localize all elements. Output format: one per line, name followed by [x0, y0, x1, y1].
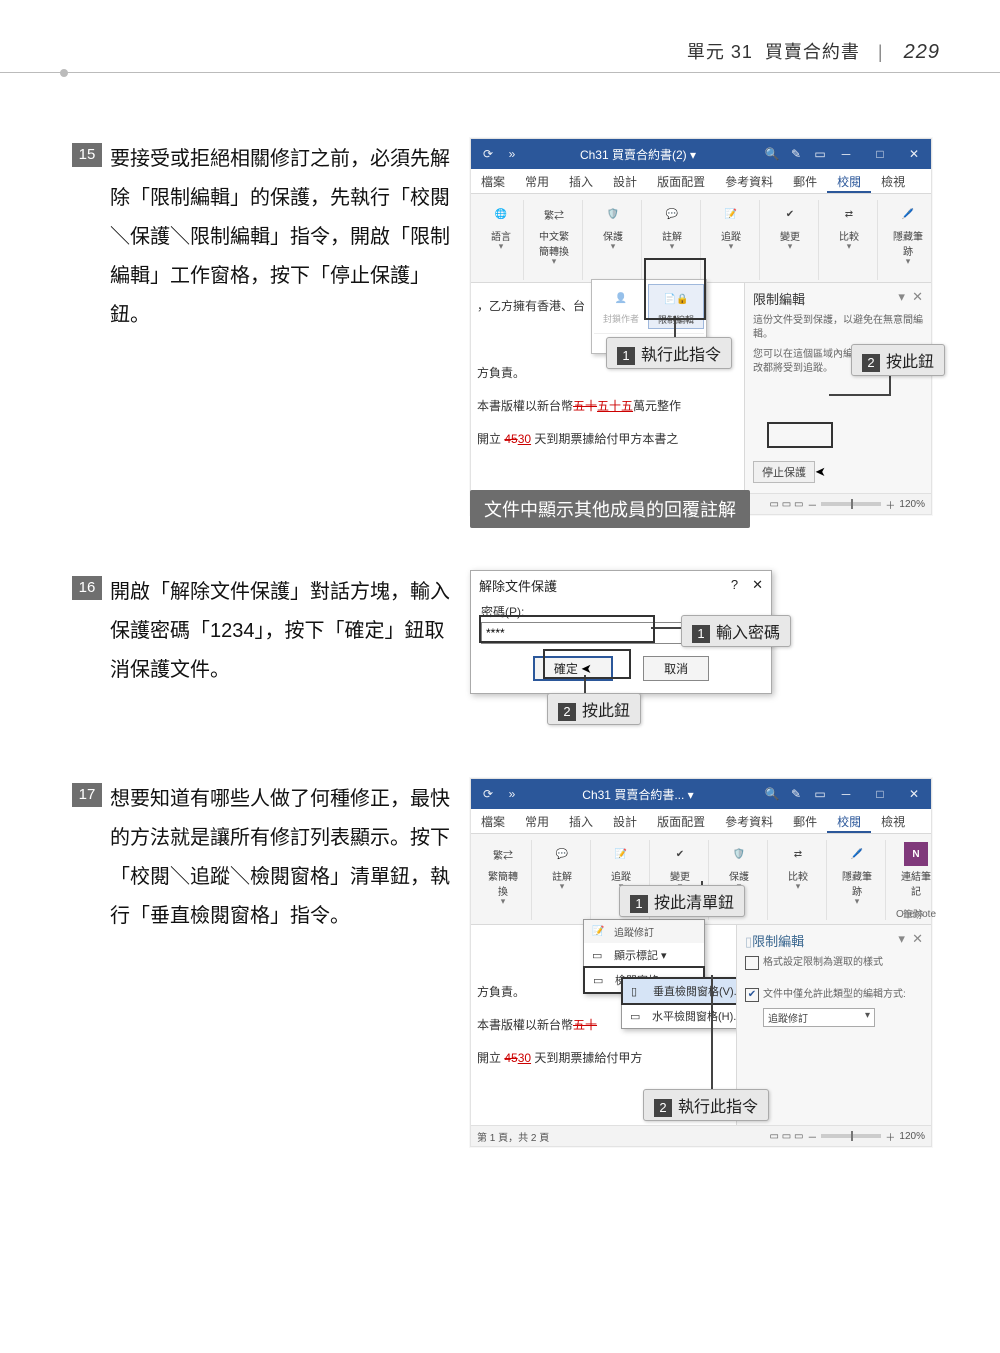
unit-label: 單元 31 [687, 42, 753, 62]
callout-2: 2按此鈕 [851, 344, 945, 376]
header-rule [0, 72, 1000, 73]
step-16-text: 開啟「解除文件保護」對話方塊，輸入保護密碼「1234」，按下「確定」鈕取消保護文… [110, 581, 450, 681]
status-bar-17: 第 1 頁，共 2 頁 ▭ ▭ ▭－＋120% [471, 1125, 931, 1146]
tab-ref[interactable]: 參考資料 [715, 809, 783, 833]
translate-button[interactable]: 繁⇄中文繁簡轉換▾ [534, 200, 574, 266]
stop-protection-button[interactable]: 停止保護 [753, 461, 815, 483]
step-17-text: 想要知道有哪些人做了何種修正，最快的方法就是讓所有修訂列表顯示。按下「校閱＼追蹤… [110, 788, 450, 927]
tab-review[interactable]: 校閱 [827, 809, 871, 833]
step-15-num: 15 [72, 143, 102, 167]
pane-title-17: 限制編輯 [752, 934, 804, 949]
changes-button[interactable]: ✔︎變更▾ [772, 200, 808, 251]
chk-format[interactable] [745, 956, 759, 970]
dialog-title: 解除文件保護 [479, 576, 557, 595]
language-button[interactable]: 🌐語言▾ [483, 200, 519, 251]
tab-file[interactable]: 檔案 [471, 169, 515, 193]
protect-button[interactable]: 🛡️保護▾ [595, 200, 631, 251]
maximize-button[interactable]: □ [863, 139, 897, 169]
callout-1: 1執行此指令 [606, 337, 732, 369]
comment-button[interactable]: 💬註解▾ [544, 840, 580, 891]
page-header: 單元 31 買賣合約書 | 229 [687, 38, 940, 64]
tab-mail[interactable]: 郵件 [783, 809, 827, 833]
step-17: 17 想要知道有哪些人做了何種修正，最快的方法就是讓所有修訂列表顯示。按下「校閱… [110, 780, 450, 936]
draw-icon[interactable]: ✎ [787, 147, 805, 161]
minimize-button-17[interactable]: － [829, 779, 863, 809]
tab-design[interactable]: 設計 [603, 169, 647, 193]
page-number: 229 [904, 41, 940, 63]
dialog-close-icon[interactable]: ✕ [752, 577, 763, 592]
unprotect-dialog: 解除文件保護 ?✕ 密碼(P): 確定 ➤ 取消 1輸入密碼 2按此鈕 [470, 570, 772, 694]
tab-file[interactable]: 檔案 [471, 809, 515, 833]
pane-title: 限制編輯 [753, 289, 805, 308]
document-area: 👤封鎖作者 📄🔒限制編輯 保護 ，乙方擁有香港、台銷售 方負責。 本書版權以新台… [471, 283, 744, 493]
callout-16-1: 1輸入密碼 [681, 615, 791, 647]
compare-button[interactable]: ⇄比較▾ [831, 200, 867, 251]
step-15: 15 要接受或拒絕相關修訂之前，必須先解除「限制編輯」的保護，先執行「校閱＼保護… [110, 140, 450, 335]
screenshot-17: ⟳» Ch31 買賣合約書... ▾ 🔍✎▭ － □ ✕ 檔案 常用 插入 設計… [470, 778, 932, 1147]
tab-insert[interactable]: 插入 [559, 169, 603, 193]
step-16: 16 開啟「解除文件保護」對話方塊，輸入保護密碼「1234」，按下「確定」鈕取消… [110, 573, 450, 690]
translate-button[interactable]: 繁⇄繁簡轉換▾ [483, 840, 523, 906]
tab-layout[interactable]: 版面配置 [647, 809, 715, 833]
tab-design[interactable]: 設計 [603, 809, 647, 833]
autosave-icon: ⟳ [479, 147, 497, 161]
tab-layout[interactable]: 版面配置 [647, 169, 715, 193]
tab-mail[interactable]: 郵件 [783, 169, 827, 193]
tab-view[interactable]: 檢視 [871, 809, 915, 833]
ribbon: 🌐語言▾ 繁⇄中文繁簡轉換▾ 🛡️保護▾ 💬註解▾ 📝追蹤▾ ✔︎變更▾ ⇄比較… [471, 194, 931, 283]
comment-button[interactable]: 💬註解▾ [654, 200, 690, 251]
callout-17-2: 2執行此指令 [643, 1089, 769, 1121]
tab-review[interactable]: 校閱 [827, 169, 871, 193]
close-button-17[interactable]: ✕ [897, 779, 931, 809]
tab-ref[interactable]: 參考資料 [715, 169, 783, 193]
restrict-editing-pane: 限制編輯▾ ✕ 這份文件受到保護，以避免在無意間編輯。 您可以在這個區域內編輯，… [744, 283, 931, 493]
track-button[interactable]: 📝追蹤▾ [603, 840, 639, 891]
callout-16-2: 2按此鈕 [547, 693, 641, 725]
tab-home[interactable]: 常用 [515, 169, 559, 193]
close-button[interactable]: ✕ [897, 139, 931, 169]
ok-button[interactable]: 確定 ➤ [533, 656, 613, 681]
cancel-button[interactable]: 取消 [643, 656, 709, 681]
tab-home[interactable]: 常用 [515, 809, 559, 833]
ribbon-tabs-17: 檔案 常用 插入 設計 版面配置 參考資料 郵件 校閱 檢視 [471, 809, 931, 834]
ribbon-tabs: 檔案 常用 插入 設計 版面配置 參考資料 郵件 校閱 檢視 [471, 169, 931, 194]
lock-author-button: 👤封鎖作者 [594, 284, 648, 329]
search-icon[interactable]: 🔍 [763, 147, 781, 161]
header-title: 買賣合約書 [765, 42, 860, 62]
chevron-icon: » [503, 147, 521, 161]
doc-title-17: Ch31 買賣合約書... ▾ [521, 786, 755, 803]
onenote-button[interactable]: N連結筆記 [896, 840, 936, 900]
ribbon-mode-icon[interactable]: ▭ [811, 147, 829, 161]
doc-title: Ch31 買賣合約書(2) ▾ [521, 146, 755, 163]
step-16-num: 16 [72, 576, 102, 600]
help-icon[interactable]: ? [731, 577, 738, 592]
track-button[interactable]: 📝追蹤▾ [713, 200, 749, 251]
show-markup-item[interactable]: ▭顯示標記 ▾ [584, 943, 704, 967]
restrict-edit-button[interactable]: 📄🔒限制編輯 [648, 284, 704, 329]
callout-17-1: 1按此清單鈕 [619, 885, 745, 917]
edit-type-select[interactable]: 追蹤修訂 [763, 1008, 875, 1027]
changes-button[interactable]: ✔︎變更▾ [662, 840, 698, 891]
chk-edit-type[interactable]: ✔ [745, 988, 759, 1002]
screenshot-15: ⟳ » Ch31 買賣合約書(2) ▾ 🔍 ✎ ▭ － □ ✕ 檔案 常用 插入… [470, 138, 932, 515]
compare-button[interactable]: ⇄比較▾ [780, 840, 816, 891]
tab-insert[interactable]: 插入 [559, 809, 603, 833]
hideink-button[interactable]: 🖊️隱藏筆跡▾ [888, 200, 928, 266]
word-titlebar-17: ⟳» Ch31 買賣合約書... ▾ 🔍✎▭ － □ ✕ [471, 779, 931, 809]
step-17-num: 17 [72, 783, 102, 807]
protect-button[interactable]: 🛡️保護▾ [721, 840, 757, 891]
word-titlebar: ⟳ » Ch31 買賣合約書(2) ▾ 🔍 ✎ ▭ － □ ✕ [471, 139, 931, 169]
infobar-15: 文件中顯示其他成員的回覆註解 [470, 490, 750, 528]
tab-view[interactable]: 檢視 [871, 169, 915, 193]
maximize-button-17[interactable]: □ [863, 779, 897, 809]
minimize-button[interactable]: － [829, 139, 863, 169]
step-15-text: 要接受或拒絕相關修訂之前，必須先解除「限制編輯」的保護，先執行「校閱＼保護＼限制… [110, 148, 450, 326]
pane-info1: 這份文件受到保護，以避免在無意間編輯。 [753, 314, 923, 342]
hideink-button[interactable]: 🖊️隱藏筆跡▾ [837, 840, 877, 906]
